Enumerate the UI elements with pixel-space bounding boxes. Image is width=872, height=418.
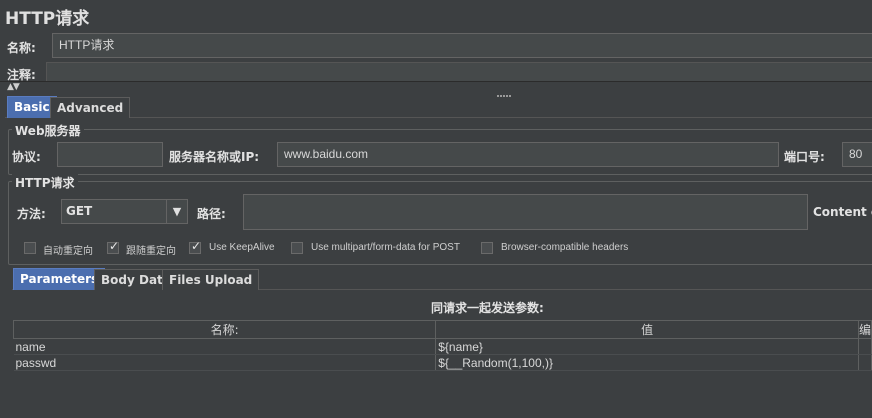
path-label: 路径: bbox=[197, 207, 226, 221]
column-header-encode[interactable]: 编 bbox=[857, 320, 872, 339]
keepalive-label: Use KeepAlive bbox=[209, 242, 275, 253]
multipart-checkbox[interactable] bbox=[291, 242, 303, 254]
checkmark-icon: ✓ bbox=[191, 239, 202, 253]
checkmark-icon: ✓ bbox=[109, 239, 120, 253]
tab-parameters[interactable]: Parameters bbox=[13, 268, 106, 290]
splitter-handle[interactable] bbox=[497, 86, 515, 97]
protocol-input[interactable] bbox=[57, 142, 163, 167]
server-label: 服务器名称或IP: bbox=[169, 150, 260, 164]
param-name-cell[interactable]: passwd bbox=[13, 354, 437, 371]
web-server-group-title: Web服务器 bbox=[12, 122, 84, 139]
tab-advanced[interactable]: Advanced bbox=[50, 97, 131, 118]
column-header-value[interactable]: 值 bbox=[435, 320, 859, 339]
port-label: 端口号: bbox=[784, 150, 825, 164]
browser-headers-checkbox[interactable] bbox=[481, 242, 493, 254]
param-encode-cell[interactable] bbox=[858, 354, 872, 371]
server-input[interactable]: www.baidu.com bbox=[277, 142, 779, 167]
port-input[interactable]: 80 bbox=[842, 142, 872, 167]
param-encode-cell[interactable] bbox=[858, 338, 872, 355]
divider bbox=[0, 81, 872, 82]
browser-headers-label: Browser-compatible headers bbox=[501, 242, 629, 253]
auto-redirect-checkbox[interactable] bbox=[24, 242, 36, 254]
auto-redirect-label: 自动重定向 bbox=[43, 246, 93, 257]
method-value: GET bbox=[66, 204, 93, 218]
param-name-cell[interactable]: name bbox=[13, 338, 437, 355]
protocol-label: 协议: bbox=[12, 150, 41, 164]
path-input[interactable] bbox=[243, 194, 808, 230]
tab-strip-line bbox=[5, 117, 872, 118]
param-value-cell[interactable]: ${name} bbox=[435, 338, 859, 355]
content-encoding-label: Content en bbox=[813, 205, 872, 219]
comment-input[interactable] bbox=[46, 62, 872, 82]
name-input[interactable]: HTTP请求 bbox=[52, 33, 872, 58]
page-title: HTTP请求 bbox=[5, 9, 90, 29]
follow-redirect-label: 跟随重定向 bbox=[126, 246, 176, 257]
params-caption: 同请求一起发送参数: bbox=[431, 301, 544, 315]
collapse-arrows-icon[interactable]: ▲▼ bbox=[7, 82, 20, 92]
name-label: 名称: bbox=[7, 41, 36, 55]
tab-files-upload[interactable]: Files Upload bbox=[162, 269, 260, 290]
method-label: 方法: bbox=[17, 207, 46, 221]
table-row[interactable]: passwd ${__Random(1,100,)} bbox=[13, 354, 872, 371]
column-header-name[interactable]: 名称: bbox=[12, 320, 437, 339]
multipart-label: Use multipart/form-data for POST bbox=[311, 242, 460, 253]
table-row[interactable]: name ${name} bbox=[13, 338, 872, 355]
chevron-down-icon[interactable]: ▼ bbox=[166, 200, 187, 223]
keepalive-checkbox[interactable]: ✓ bbox=[189, 239, 202, 254]
params-table: 名称: 值 编 name ${name} passwd ${__Random(1… bbox=[12, 320, 872, 371]
http-request-group-title: HTTP请求 bbox=[12, 174, 78, 191]
param-value-cell[interactable]: ${__Random(1,100,)} bbox=[435, 354, 859, 371]
method-select[interactable]: GET ▼ bbox=[61, 199, 188, 224]
follow-redirect-checkbox[interactable]: ✓ bbox=[107, 239, 120, 254]
table-header-row: 名称: 值 编 bbox=[12, 320, 872, 339]
